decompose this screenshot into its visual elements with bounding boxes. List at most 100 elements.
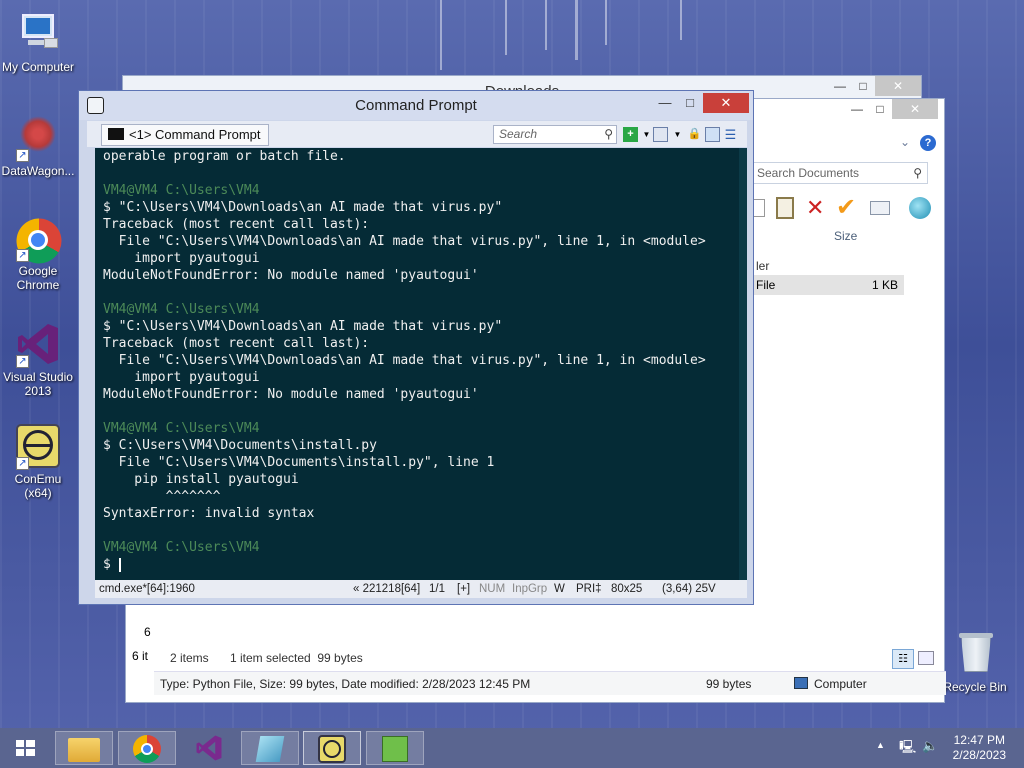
taskbar-notepad-plus[interactable] [366, 731, 424, 765]
desktop-icon-datawagon[interactable]: ↗ DataWagon... [0, 114, 76, 178]
split-view-button[interactable] [653, 127, 668, 142]
new-console-button[interactable]: + [623, 127, 638, 142]
close-button[interactable]: ✕ [875, 76, 921, 96]
taskbar-conemu[interactable] [303, 731, 361, 765]
console-line: ^^^^^^^ [103, 489, 221, 504]
column-header-size[interactable]: Size [834, 229, 857, 243]
minimize-button[interactable]: — [653, 93, 677, 113]
desktop-icon-label: Recycle Bin [943, 680, 1007, 694]
desktop-icon-recycle-bin[interactable]: Recycle Bin [937, 630, 1013, 694]
console-line: Traceback (most recent call last): [103, 336, 370, 351]
status-item-count: 2 items [170, 651, 209, 665]
show-hidden-icons-icon[interactable]: ▲ [876, 740, 885, 750]
status-plus: [+] [457, 583, 471, 595]
console-line: File "C:\Users\VM4\Downloads\an AI made … [103, 234, 706, 249]
console-output[interactable]: operable program or batch file. VM4@VM4 C… [95, 148, 747, 580]
desktop-icon-label: Visual Studio 2013 [3, 370, 73, 398]
desktop-icon-visual-studio[interactable]: ↗ Visual Studio 2013 [0, 320, 76, 398]
console-scrollbar[interactable] [739, 148, 747, 580]
volume-icon[interactable]: 🔈 [922, 738, 938, 754]
taskbar-chrome[interactable] [118, 731, 176, 765]
desktop-icon-conemu[interactable]: ↗ ConEmu (x64) [0, 422, 76, 500]
search-documents-input[interactable]: Search Documents ⚲ [746, 162, 928, 184]
status-process: cmd.exe*[64]:1960 [99, 583, 195, 595]
start-button[interactable] [16, 740, 36, 758]
minimize-button[interactable]: — [844, 99, 870, 119]
status-w: W [554, 583, 565, 595]
window-title: Command Prompt [355, 97, 477, 114]
conemu-search-input[interactable]: Search ⚲ [493, 125, 617, 144]
console-line: $ "C:\Users\VM4\Downloads\an AI made tha… [103, 200, 503, 215]
panel-toggle-button[interactable] [705, 127, 720, 142]
menu-icon[interactable]: ☰ [723, 127, 738, 142]
globe-icon[interactable] [909, 197, 931, 219]
dropdown-arrow-icon[interactable]: ▼ [639, 127, 654, 142]
details-bar: Type: Python File, Size: 99 bytes, Date … [154, 671, 946, 695]
maximize-button[interactable]: □ [679, 93, 701, 113]
chevron-down-icon[interactable]: ⌄ [900, 135, 910, 149]
paste-icon[interactable] [776, 197, 794, 219]
conemu-statusbar: cmd.exe*[64]:1960 « 221218[64] 1/1 [+] N… [95, 580, 747, 598]
minimize-button[interactable]: — [827, 76, 853, 96]
desktop-icon-my-computer[interactable]: My Computer [0, 10, 76, 74]
desktop-icon-label: Google Chrome [16, 264, 60, 292]
console-tab[interactable]: <1> Command Prompt [101, 124, 269, 146]
cmd-icon [108, 128, 124, 140]
explorer-caption-buttons: — □ ✕ [844, 99, 944, 124]
file-row[interactable]: File 1 KB [752, 275, 904, 295]
windows-logo-icon [16, 749, 24, 756]
taskbar-file-explorer[interactable] [55, 731, 113, 765]
windows-logo-icon [16, 740, 24, 747]
status-num: NUM [479, 583, 506, 595]
conemu-titlebar[interactable]: Command Prompt — □ ✕ [79, 91, 753, 120]
close-button[interactable]: ✕ [703, 93, 749, 113]
text-cursor [119, 558, 121, 572]
console-line: $ C:\Users\VM4\Documents\install.py [103, 438, 377, 453]
close-button[interactable]: ✕ [892, 99, 938, 119]
taskbar-notepad[interactable] [241, 731, 299, 765]
status-size: 80x25 [611, 583, 643, 595]
console-line: ModuleNotFoundError: No module named 'py… [103, 268, 479, 283]
wallpaper-streak [605, 0, 607, 45]
dropdown-arrow-icon[interactable]: ▼ [670, 127, 685, 142]
wallpaper-streak [545, 0, 547, 50]
search-icon: ⚲ [604, 127, 613, 141]
rename-icon[interactable]: ✔ [836, 193, 856, 222]
maximize-button[interactable]: □ [853, 76, 873, 96]
clock-date: 2/28/2023 [952, 748, 1006, 762]
taskbar-visual-studio[interactable] [180, 731, 238, 765]
file-explorer-icon [68, 738, 100, 762]
shortcut-arrow-icon: ↗ [16, 249, 29, 262]
help-icon[interactable]: ? [920, 135, 936, 151]
properties-icon[interactable] [870, 201, 890, 215]
console-prompt-line: VM4@VM4 C:\Users\VM4 [103, 183, 260, 198]
recycle-bin-icon [951, 630, 999, 678]
details-view-button[interactable]: ☷ [892, 649, 914, 669]
status-console: 1/1 [429, 583, 445, 595]
system-clock[interactable]: 12:47 PM 2/28/2023 [953, 733, 1006, 763]
console-input-line[interactable]: $ [95, 556, 747, 573]
my-computer-icon [14, 10, 62, 58]
console-line: Traceback (most recent call last): [103, 217, 370, 232]
console-line: operable program or batch file. [103, 149, 346, 164]
console-prompt-line: VM4@VM4 C:\Users\VM4 [103, 302, 260, 317]
notepad-icon [255, 736, 285, 762]
lock-icon[interactable]: 🔒 [687, 127, 702, 142]
network-icon[interactable]: 🖳 [899, 738, 916, 760]
visual-studio-icon: ↗ [14, 320, 62, 368]
maximize-button[interactable]: □ [870, 99, 890, 119]
desktop-icon-label: DataWagon... [1, 164, 75, 178]
taskbar: ▲ 🖳 🔈 12:47 PM 2/28/2023 [0, 728, 1024, 768]
console-line: File "C:\Users\VM4\Documents\install.py"… [103, 455, 495, 470]
delete-icon[interactable]: ✕ [806, 195, 824, 221]
desktop-icon-chrome[interactable]: ↗ Google Chrome [0, 214, 76, 292]
large-icons-view-button[interactable] [918, 651, 934, 665]
wallpaper-streak [575, 0, 578, 60]
desktop-icon-label: My Computer [1, 60, 75, 74]
file-type-cell: File [756, 278, 776, 292]
search-placeholder: Search Documents [757, 166, 860, 180]
conemu-window[interactable]: Command Prompt — □ ✕ <1> Command Prompt … [78, 90, 754, 605]
shortcut-arrow-icon: ↗ [16, 355, 29, 368]
status-pri: PRI‡ [576, 583, 602, 595]
